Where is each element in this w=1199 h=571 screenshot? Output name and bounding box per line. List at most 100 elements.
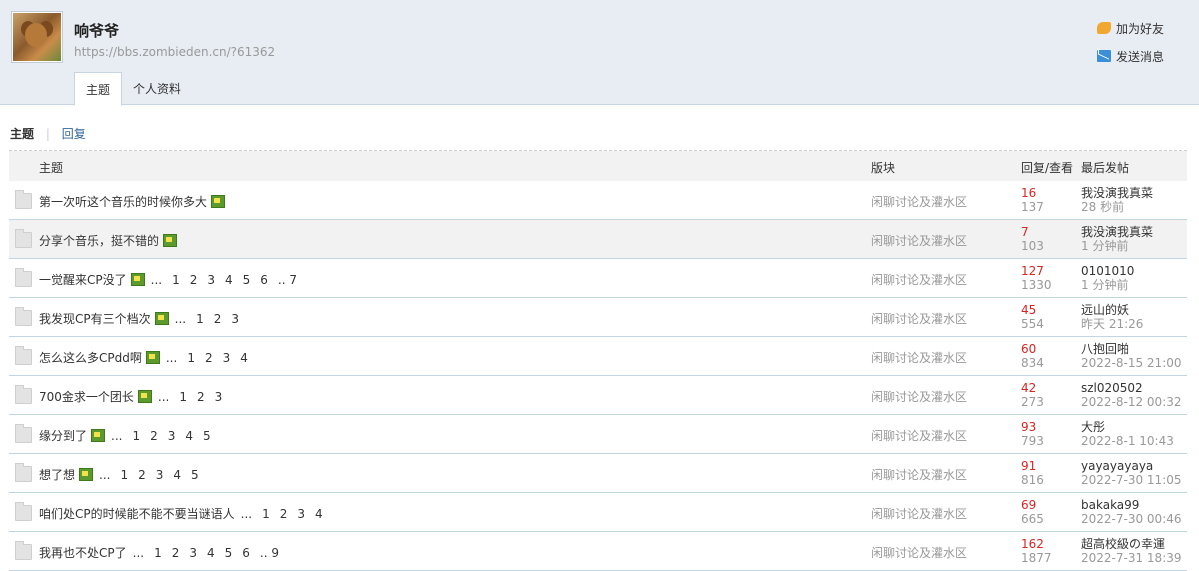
forum-link[interactable]: 闲聊讨论及灌水区: [871, 232, 967, 249]
page-link[interactable]: 1: [187, 351, 195, 365]
last-post-time[interactable]: 28 秒前: [1081, 201, 1124, 214]
page-link[interactable]: 2: [280, 507, 288, 521]
last-poster-link[interactable]: 大彤: [1081, 421, 1105, 434]
image-attachment-icon: [91, 429, 106, 442]
page-link[interactable]: 1: [262, 507, 270, 521]
page-link[interactable]: 4: [173, 468, 181, 482]
page-link[interactable]: 2: [172, 546, 180, 560]
forum-link[interactable]: 闲聊讨论及灌水区: [871, 310, 967, 327]
page-link[interactable]: 1: [172, 273, 180, 287]
last-post-time[interactable]: 2022-7-31 18:39: [1081, 552, 1182, 565]
page-link[interactable]: 5: [225, 546, 233, 560]
profile-url: https://bbs.zombieden.cn/?61362: [74, 45, 276, 59]
tab-profile[interactable]: 个人资料: [122, 72, 192, 104]
page-link[interactable]: 3: [207, 273, 215, 287]
page-link[interactable]: .. 9: [260, 546, 279, 560]
page-link[interactable]: 4: [240, 351, 248, 365]
page-link[interactable]: 3: [156, 468, 164, 482]
page-link[interactable]: 6: [260, 273, 268, 287]
thread-title-link[interactable]: 咱们处CP的时候能不能不要当谜语人: [39, 505, 235, 522]
header-forum: 版块: [871, 161, 896, 175]
avatar[interactable]: [11, 11, 63, 63]
page-link[interactable]: 5: [203, 429, 211, 443]
forum-link[interactable]: 闲聊讨论及灌水区: [871, 193, 967, 210]
page-link[interactable]: 3: [297, 507, 305, 521]
forum-link[interactable]: 闲聊讨论及灌水区: [871, 388, 967, 405]
thread-title-link[interactable]: 第一次听这个音乐的时候你多大: [39, 193, 207, 210]
last-post-time[interactable]: 1 分钟前: [1081, 279, 1128, 292]
last-poster-link[interactable]: 我没演我真菜: [1081, 187, 1153, 200]
page-link[interactable]: 2: [205, 351, 213, 365]
page-link[interactable]: 2: [150, 429, 158, 443]
page-link[interactable]: 2: [197, 390, 205, 404]
page-link[interactable]: 3: [168, 429, 176, 443]
last-post-time[interactable]: 2022-8-1 10:43: [1081, 435, 1174, 448]
last-post-time[interactable]: 昨天 21:26: [1081, 318, 1143, 331]
page-link[interactable]: 1: [179, 390, 187, 404]
add-friend-link[interactable]: 加为好友: [1097, 14, 1183, 42]
page-link[interactable]: 1: [120, 468, 128, 482]
last-poster-link[interactable]: 我没演我真菜: [1081, 226, 1153, 239]
forum-link[interactable]: 闲聊讨论及灌水区: [871, 271, 967, 288]
page-link[interactable]: 4: [207, 546, 215, 560]
last-post-time[interactable]: 1 分钟前: [1081, 240, 1128, 253]
thread-title-link[interactable]: 700金求一个团长: [39, 388, 134, 405]
forum-link[interactable]: 闲聊讨论及灌水区: [871, 349, 967, 366]
send-message-link[interactable]: 发送消息: [1097, 42, 1183, 70]
last-poster-link[interactable]: 八抱回啪: [1081, 343, 1129, 356]
thread-title-link[interactable]: 我发现CP有三个档次: [39, 310, 151, 327]
page-link[interactable]: 3: [231, 312, 239, 326]
thread-title-link[interactable]: 分享个音乐，挺不错的: [39, 232, 159, 249]
last-post-time[interactable]: 2022-7-30 00:46: [1081, 513, 1182, 526]
thread-title-cell: 我发现CP有三个档次... 1 2 3: [39, 310, 239, 327]
page-link[interactable]: 4: [315, 507, 323, 521]
page-link[interactable]: .. 7: [278, 273, 297, 287]
pages-ellipsis: ...: [132, 545, 145, 560]
last-poster-link[interactable]: 超高校級の幸運: [1081, 538, 1165, 551]
thread-title-link[interactable]: 怎么这么多CPdd啊: [39, 349, 142, 366]
forum-link[interactable]: 闲聊讨论及灌水区: [871, 544, 967, 561]
page-link[interactable]: 3: [215, 390, 223, 404]
page-link[interactable]: 1: [132, 429, 140, 443]
last-poster-link[interactable]: szl020502: [1081, 382, 1143, 395]
page-link[interactable]: 1: [196, 312, 204, 326]
page-link[interactable]: 5: [243, 273, 251, 287]
last-poster-link[interactable]: 0101010: [1081, 265, 1134, 278]
thread-title-link[interactable]: 我再也不处CP了: [39, 544, 127, 561]
last-post-time[interactable]: 2022-8-15 21:00: [1081, 357, 1182, 370]
page-link[interactable]: 5: [191, 468, 199, 482]
last-post-time[interactable]: 2022-8-12 00:32: [1081, 396, 1182, 409]
thread-title-link[interactable]: 想了想: [39, 466, 75, 483]
last-poster-link[interactable]: bakaka99: [1081, 499, 1139, 512]
folder-icon: [15, 346, 32, 365]
page-link[interactable]: 4: [185, 429, 193, 443]
send-message-label: 发送消息: [1116, 49, 1165, 64]
page-link[interactable]: 1: [154, 546, 162, 560]
forum-link[interactable]: 闲聊讨论及灌水区: [871, 466, 967, 483]
thread-title-cell: 怎么这么多CPdd啊... 1 2 3 4: [39, 349, 248, 366]
folder-icon: [15, 307, 32, 326]
page-link[interactable]: 2: [214, 312, 222, 326]
last-poster-link[interactable]: 远山的妖: [1081, 304, 1129, 317]
sub-nav: 主题 | 回复: [10, 125, 86, 142]
user-name: 响爷爷: [74, 22, 120, 40]
page-link[interactable]: 2: [138, 468, 146, 482]
page-link[interactable]: 2: [190, 273, 198, 287]
tab-topics[interactable]: 主题: [74, 72, 123, 106]
thread-title-link[interactable]: 缘分到了: [39, 427, 87, 444]
subnav-topics[interactable]: 主题: [10, 127, 34, 141]
forum-link[interactable]: 闲聊讨论及灌水区: [871, 505, 967, 522]
last-post-time[interactable]: 2022-7-30 11:05: [1081, 474, 1182, 487]
page-link[interactable]: 6: [242, 546, 250, 560]
view-count: 834: [1021, 356, 1044, 370]
thread-title-link[interactable]: 一觉醒来CP没了: [39, 271, 127, 288]
subnav-separator: |: [45, 127, 50, 141]
subnav-replies[interactable]: 回复: [62, 127, 86, 141]
image-attachment-icon: [154, 312, 169, 325]
forum-link[interactable]: 闲聊讨论及灌水区: [871, 427, 967, 444]
page-link[interactable]: 3: [223, 351, 231, 365]
folder-icon: [15, 424, 32, 443]
page-link[interactable]: 3: [189, 546, 197, 560]
page-link[interactable]: 4: [225, 273, 233, 287]
last-poster-link[interactable]: yayayayaya: [1081, 460, 1153, 473]
